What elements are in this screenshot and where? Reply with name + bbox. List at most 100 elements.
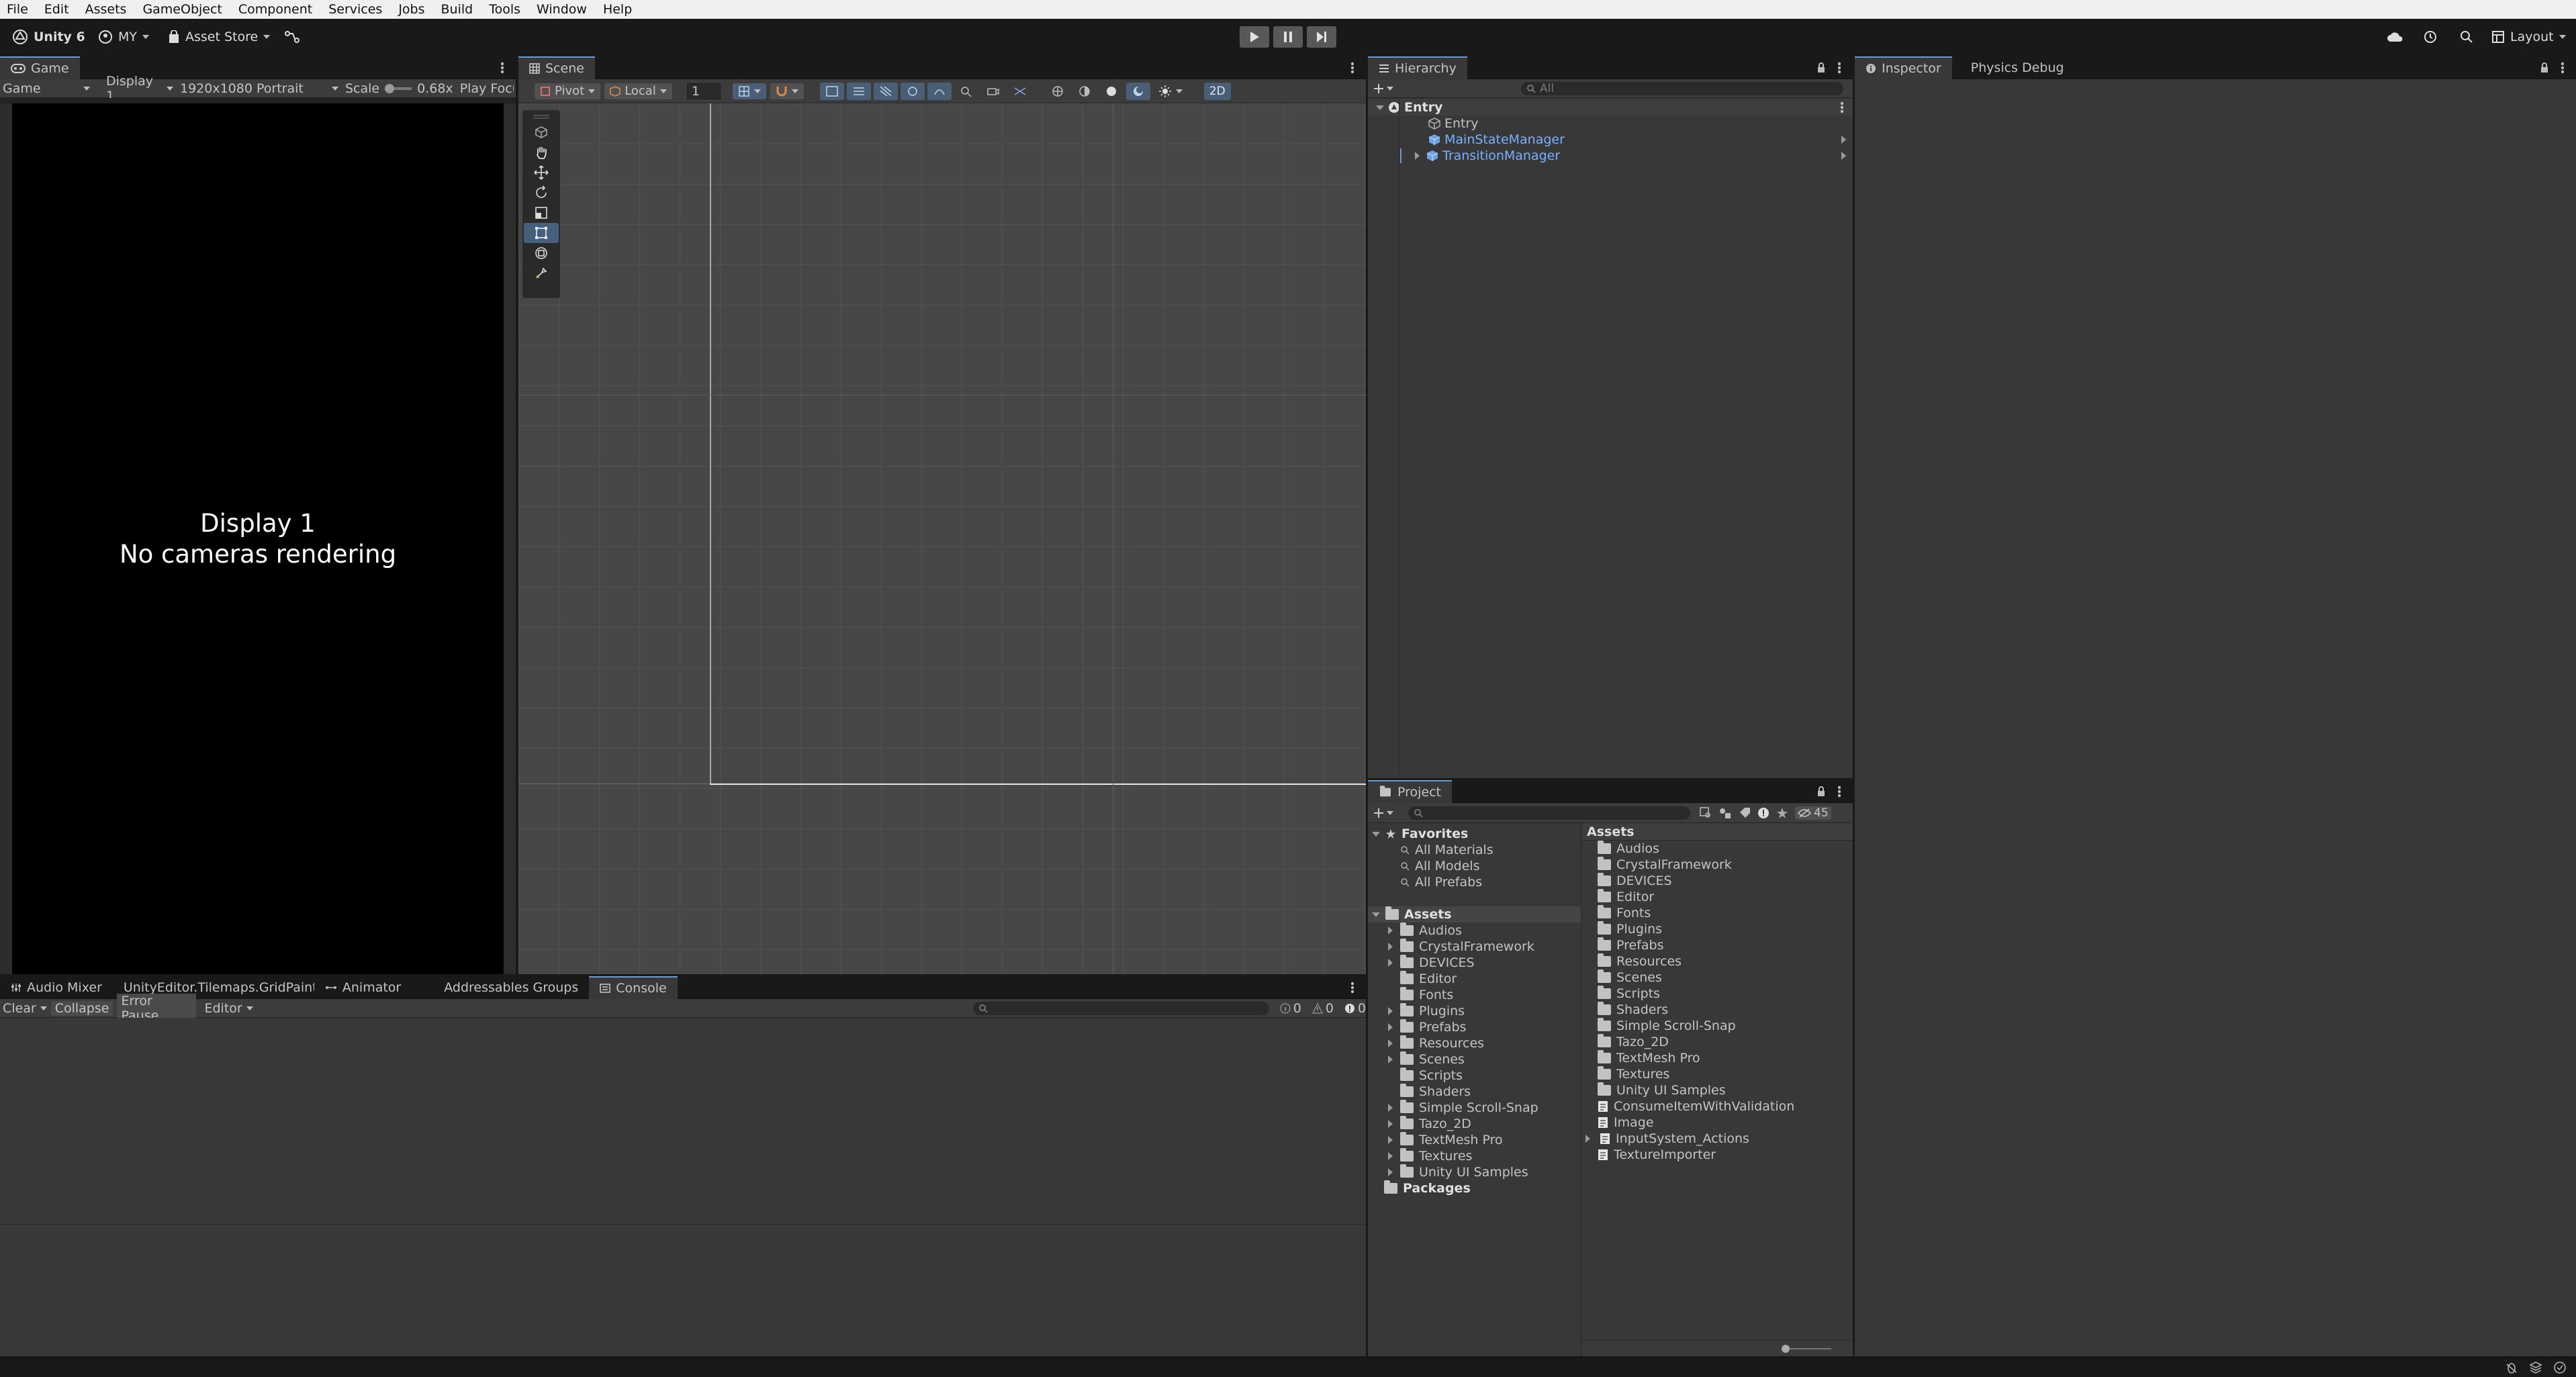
asset-folder-item[interactable]: Scripts [1583, 986, 1853, 1002]
game-viewport[interactable]: Display 1 No cameras rendering [12, 103, 504, 974]
menu-component[interactable]: Component [230, 0, 320, 19]
favorite-item[interactable]: All Prefabs [1368, 874, 1581, 890]
create-dropdown[interactable] [1373, 83, 1393, 94]
tab-physics-debug[interactable]: Physics Debug [1960, 56, 2075, 79]
menu-assets[interactable]: Assets [77, 0, 135, 19]
folder-tree-item[interactable]: Plugins [1368, 1003, 1581, 1019]
scene-panel-menu-icon[interactable] [1351, 61, 1354, 74]
move-tool-button[interactable] [524, 162, 559, 183]
custom-tool-button[interactable] [524, 263, 559, 283]
scale-tool-button[interactable] [524, 203, 559, 223]
pause-button[interactable] [1273, 26, 1303, 48]
lock-icon[interactable] [2540, 62, 2549, 73]
asset-breadcrumb[interactable]: Assets [1583, 823, 1853, 841]
tab-scene[interactable]: Scene [518, 56, 595, 79]
project-search-input[interactable] [1408, 806, 1690, 820]
asset-store-dropdown[interactable]: Asset Store [161, 26, 277, 48]
rotate-tool-button[interactable] [524, 183, 559, 203]
menu-file[interactable]: File [0, 0, 36, 19]
render-mode-toggle[interactable] [1125, 82, 1150, 100]
expand-arrow-icon[interactable] [1372, 831, 1380, 837]
folder-tree-item[interactable]: Resources [1368, 1035, 1581, 1051]
lock-icon[interactable] [1816, 786, 1826, 797]
icon-size-slider[interactable] [1784, 1348, 1831, 1349]
console-log-list[interactable] [0, 1018, 1366, 1225]
asset-folder-item[interactable]: Editor [1583, 889, 1853, 905]
scale-slider[interactable] [385, 83, 412, 93]
expand-arrow-icon[interactable] [1372, 912, 1380, 917]
resolution-dropdown[interactable]: 1920x1080 Portrait [180, 81, 338, 96]
shuffle-overlay-toggle[interactable] [1008, 83, 1032, 100]
game-panel-menu-icon[interactable] [501, 61, 504, 74]
lighting-toggle[interactable] [1099, 83, 1123, 100]
folder-tree-item[interactable]: Shaders [1368, 1084, 1581, 1100]
filter-by-label-icon[interactable] [1739, 807, 1751, 819]
folder-tree-item[interactable]: Prefabs [1368, 1019, 1581, 1035]
icon-size-slider-handle[interactable] [1782, 1345, 1790, 1353]
asset-folder-item[interactable]: Shaders [1583, 1002, 1853, 1018]
open-prefab-arrow-icon[interactable] [1841, 136, 1846, 144]
search-button[interactable] [2452, 26, 2481, 48]
transform-tool-button[interactable] [524, 243, 559, 263]
expand-arrow-icon[interactable] [1388, 1136, 1395, 1144]
rect-overlay-toggle[interactable] [819, 82, 844, 100]
rect-tool-button[interactable] [524, 223, 559, 243]
editor-dropdown[interactable]: Editor [200, 1001, 257, 1016]
info-count-toggle[interactable]: 0 [1279, 1001, 1301, 1016]
asset-folder-item[interactable]: Textures [1583, 1066, 1853, 1082]
asset-folder-item[interactable]: Simple Scroll-Snap [1583, 1018, 1853, 1034]
grid-overlay-toggle[interactable] [873, 82, 898, 100]
cache-status-icon[interactable] [2553, 1361, 2567, 1374]
asset-folder-item[interactable]: Prefabs [1583, 937, 1853, 953]
asset-file-item[interactable]: InputSystem_Actions [1583, 1131, 1853, 1147]
unity-button[interactable]: Unity 6 [5, 26, 92, 48]
hierarchy-item-transitionmanager[interactable]: TransitionManager [1368, 148, 1853, 164]
camera-overlay-toggle[interactable] [981, 83, 1005, 100]
hierarchy-item-entry[interactable]: Entry [1368, 115, 1853, 132]
shaded-toggle[interactable] [1072, 83, 1097, 100]
orbit-overlay-toggle[interactable] [900, 82, 925, 100]
console-panel-menu-icon[interactable] [1351, 981, 1354, 994]
open-prefab-arrow-icon[interactable] [1841, 152, 1846, 160]
folder-tree-item[interactable]: Scripts [1368, 1067, 1581, 1084]
asset-folder-item[interactable]: Scenes [1583, 969, 1853, 986]
expand-arrow-icon[interactable] [1388, 1152, 1395, 1160]
asset-folder-item[interactable]: Unity UI Samples [1583, 1082, 1853, 1098]
packages-row[interactable]: Packages [1368, 1180, 1581, 1196]
asset-folder-item[interactable]: Tazo_2D [1583, 1034, 1853, 1050]
expand-arrow-icon[interactable] [1388, 1104, 1395, 1112]
expand-arrow-icon[interactable] [1388, 1120, 1395, 1128]
scene-root-row[interactable]: Entry [1368, 99, 1853, 115]
inspector-panel-menu-icon[interactable] [2561, 61, 2564, 74]
folder-tree-item[interactable]: Unity UI Samples [1368, 1164, 1581, 1180]
project-panel-menu-icon[interactable] [1838, 785, 1841, 798]
version-control-button[interactable] [278, 26, 306, 48]
console-detail-area[interactable] [0, 1226, 1366, 1356]
step-button[interactable] [1307, 26, 1336, 48]
play-button[interactable] [1240, 26, 1269, 48]
pivot-dropdown[interactable]: Pivot [535, 83, 601, 99]
tab-audio-mixer[interactable]: Audio Mixer [0, 976, 113, 999]
clear-dropdown[interactable]: Clear [3, 1001, 47, 1016]
progress-stack-icon[interactable] [2529, 1361, 2542, 1374]
expand-arrow-icon[interactable] [1388, 1007, 1395, 1015]
local-dropdown[interactable]: Local [604, 83, 672, 99]
effects-dropdown[interactable] [1153, 83, 1188, 99]
favorites-row[interactable]: Favorites [1368, 826, 1581, 842]
tab-hierarchy[interactable]: Hierarchy [1368, 56, 1467, 79]
asset-file-item[interactable]: TextureImporter [1583, 1147, 1853, 1163]
snap-increment-input[interactable]: 1 [686, 83, 721, 99]
game-mode-dropdown[interactable]: Game [3, 81, 90, 96]
menu-edit[interactable]: Edit [36, 0, 77, 19]
menu-tools[interactable]: Tools [481, 0, 528, 19]
menu-window[interactable]: Window [528, 0, 595, 19]
folder-tree-item[interactable]: Tazo_2D [1368, 1116, 1581, 1132]
hidden-packages-toggle[interactable]: 45 [1795, 806, 1831, 820]
warning-count-toggle[interactable]: 0 [1312, 1001, 1334, 1016]
folder-tree-item[interactable]: Editor [1368, 971, 1581, 987]
view-tool-button[interactable] [524, 122, 559, 142]
2d-mode-toggle[interactable]: 2D [1203, 82, 1231, 100]
asset-folder-item[interactable]: TextMesh Pro [1583, 1050, 1853, 1066]
favorite-item[interactable]: All Materials [1368, 842, 1581, 858]
expand-arrow-icon[interactable] [1388, 959, 1395, 967]
